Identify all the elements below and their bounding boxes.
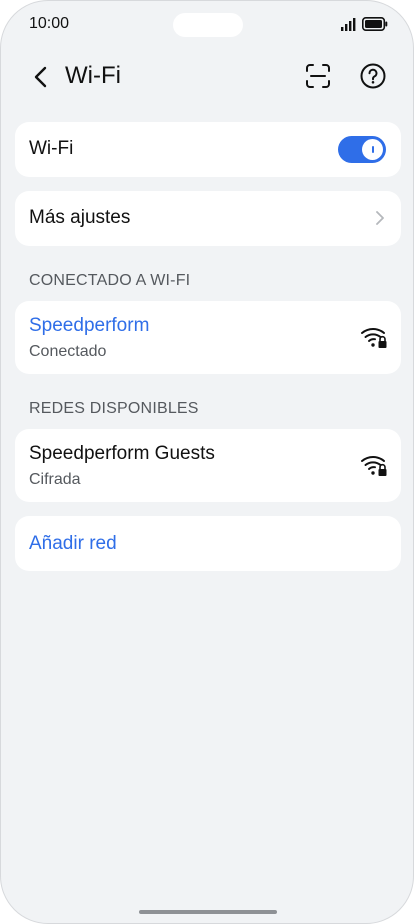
camera-island — [173, 13, 243, 37]
wifi-toggle-switch[interactable] — [338, 136, 386, 163]
more-settings-label: Más ajustes — [29, 207, 131, 228]
connected-section-header: CONECTADO A WI-FI — [29, 272, 191, 289]
status-time: 10:00 — [29, 15, 70, 32]
help-circle-icon — [360, 63, 386, 89]
connected-network-name: Speedperform — [29, 315, 150, 336]
wifi-toggle-label: Wi-Fi — [29, 138, 74, 159]
top-app-bar: Wi-Fi — [1, 51, 413, 101]
phone-screen: 10:00 Wi-Fi Wi-Fi Más ajustes CONECTADO … — [0, 0, 414, 924]
add-network-label: Añadir red — [29, 533, 117, 554]
add-network-row[interactable]: Añadir red — [15, 516, 401, 571]
wifi-lock-icon — [361, 328, 387, 348]
available-network-name: Speedperform Guests — [29, 443, 215, 464]
chevron-right-icon — [376, 211, 384, 225]
back-button[interactable] — [27, 63, 55, 91]
signal-icon — [341, 18, 356, 31]
available-network-row[interactable]: Speedperform Guests Cifrada — [15, 429, 401, 502]
status-bar: 10:00 — [1, 1, 413, 49]
more-settings-row[interactable]: Más ajustes — [15, 191, 401, 246]
connected-network-status: Conectado — [29, 343, 107, 360]
page-title: Wi-Fi — [65, 62, 121, 89]
scan-frame-icon — [306, 64, 330, 88]
chevron-left-icon — [34, 66, 47, 88]
home-indicator[interactable] — [139, 910, 277, 914]
help-button[interactable] — [359, 62, 387, 90]
scan-qr-button[interactable] — [304, 62, 332, 90]
battery-icon — [362, 17, 388, 31]
wifi-toggle-row[interactable]: Wi-Fi — [15, 122, 401, 177]
wifi-lock-icon — [361, 456, 387, 476]
toggle-knob — [362, 139, 383, 160]
connected-network-row[interactable]: Speedperform Conectado — [15, 301, 401, 374]
available-section-header: REDES DISPONIBLES — [29, 400, 199, 417]
available-network-status: Cifrada — [29, 471, 81, 488]
